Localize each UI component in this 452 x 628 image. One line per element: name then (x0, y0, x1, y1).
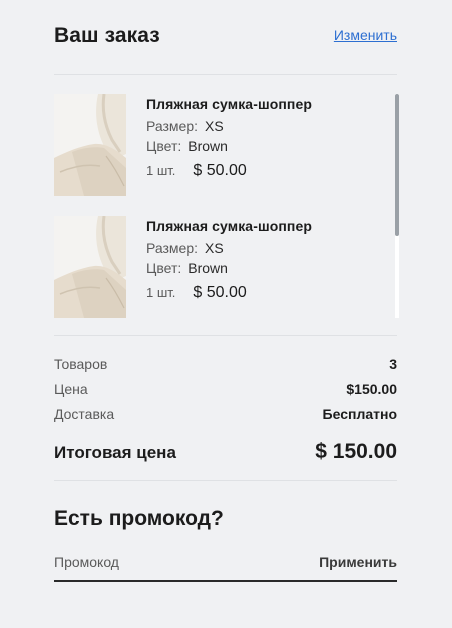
color-value: Brown (188, 260, 228, 276)
item-qty-price: 1 шт. $ 50.00 (146, 284, 312, 302)
total-label: Итоговая цена (54, 443, 176, 462)
size-label: Размер: (146, 240, 199, 256)
delivery-value: Бесплатно (322, 406, 397, 422)
size-value: XS (205, 240, 224, 256)
delivery-label: Доставка (54, 406, 115, 422)
scrollbar[interactable] (395, 94, 399, 318)
promo-field: Применить (54, 554, 397, 582)
color-value: Brown (188, 138, 228, 154)
order-header: Ваш заказ Изменить (54, 24, 397, 48)
divider (54, 74, 397, 75)
product-image (54, 94, 126, 196)
divider (54, 335, 397, 336)
items-count-value: 3 (389, 356, 397, 372)
summary-total: Итоговая цена $ 150.00 (54, 440, 397, 464)
product-name: Пляжная сумка-шоппер (146, 218, 313, 234)
item-info: Пляжная сумка-шоппер Размер: XS Цвет: Br… (146, 94, 312, 180)
item-size: Размер: XS (146, 118, 312, 134)
price-value: $150.00 (346, 381, 397, 397)
price-label: Цена (54, 381, 88, 397)
promo-code-input[interactable] (54, 554, 254, 570)
summary-delivery: Доставка Бесплатно (54, 406, 397, 422)
edit-order-link[interactable]: Изменить (334, 27, 397, 43)
item-size: Размер: XS (146, 240, 312, 256)
summary-items-count: Товаров 3 (54, 356, 397, 372)
item-color: Цвет: Brown (146, 138, 312, 154)
scrollbar-thumb[interactable] (395, 94, 399, 236)
divider (54, 480, 397, 481)
item-price: $ 50.00 (193, 162, 247, 179)
tote-bag-image (54, 94, 126, 196)
order-items-list[interactable]: Пляжная сумка-шоппер Размер: XS Цвет: Br… (54, 94, 399, 318)
product-name: Пляжная сумка-шоппер (146, 96, 313, 112)
product-image (54, 216, 126, 318)
total-value: $ 150.00 (315, 440, 397, 463)
item-color: Цвет: Brown (146, 260, 312, 276)
list-item: Пляжная сумка-шоппер Размер: XS Цвет: Br… (54, 216, 384, 318)
item-info: Пляжная сумка-шоппер Размер: XS Цвет: Br… (146, 216, 312, 302)
item-quantity: 1 шт. (146, 285, 176, 300)
items-count-label: Товаров (54, 356, 108, 372)
list-item: Пляжная сумка-шоппер Размер: XS Цвет: Br… (54, 94, 384, 196)
promo-title: Есть промокод? (54, 507, 224, 530)
page-title: Ваш заказ (54, 24, 160, 47)
color-label: Цвет: (146, 138, 182, 154)
item-quantity: 1 шт. (146, 163, 176, 178)
size-value: XS (205, 118, 224, 134)
tote-bag-image (54, 216, 126, 318)
item-price: $ 50.00 (193, 284, 247, 301)
color-label: Цвет: (146, 260, 182, 276)
size-label: Размер: (146, 118, 199, 134)
apply-promo-button[interactable]: Применить (319, 554, 397, 570)
item-qty-price: 1 шт. $ 50.00 (146, 162, 312, 180)
summary-price: Цена $150.00 (54, 381, 397, 397)
